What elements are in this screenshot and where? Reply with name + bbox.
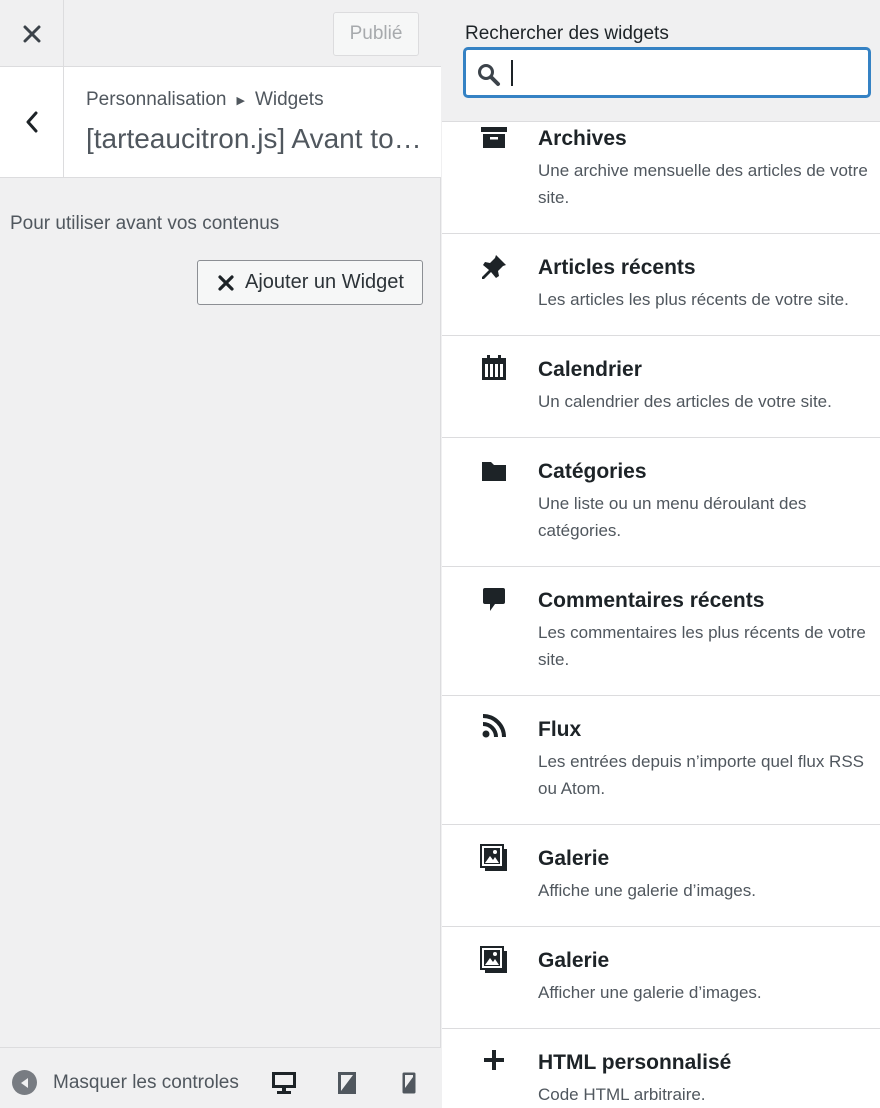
section-title: [tarteaucitron.js] Avant to…: [86, 123, 422, 154]
preview-desktop-button[interactable]: [269, 1069, 299, 1097]
breadcrumb: Personnalisation ▶ Widgets: [86, 89, 324, 111]
customizer-footer: Masquer les controles: [0, 1047, 441, 1108]
widget-item-html-personnalise[interactable]: HTML personnalisé Code HTML arbitraire.: [442, 1029, 880, 1108]
calendar-icon: [480, 354, 508, 382]
widget-name: Articles récents: [538, 256, 696, 279]
breadcrumb-current: Widgets: [254, 89, 324, 110]
rss-icon: [480, 712, 508, 740]
gallery-icon: [480, 946, 508, 974]
breadcrumb-separator-icon: ▶: [236, 94, 245, 107]
collapse-label: Masquer les controles: [53, 1071, 239, 1093]
widget-item-categories[interactable]: Catégories Une liste ou un menu déroulan…: [442, 438, 880, 567]
gallery-icon: [480, 844, 508, 872]
tablet-icon: [338, 1072, 356, 1094]
search-icon: [477, 63, 501, 92]
plus-icon: [480, 1046, 508, 1074]
back-button[interactable]: [0, 67, 64, 177]
widget-item-archives[interactable]: Archives Une archive mensuelle des artic…: [442, 122, 880, 234]
customizer-header: Publié: [0, 0, 441, 67]
preview-tablet-button[interactable]: [332, 1069, 362, 1097]
desktop-icon: [272, 1072, 296, 1094]
widget-item-articles-recents[interactable]: Articles récents Les articles les plus r…: [442, 234, 880, 336]
widget-name: Galerie: [538, 847, 610, 870]
close-icon: [23, 25, 40, 42]
widget-name: Galerie: [538, 949, 610, 972]
widget-description: Les commentaires les plus récents de vot…: [538, 623, 866, 669]
section-description: Pour utiliser avant vos contenus: [10, 213, 280, 234]
widget-name: Catégories: [538, 460, 647, 483]
widget-description: Une archive mensuelle des articles de vo…: [538, 161, 868, 207]
widget-name: Flux: [538, 718, 582, 741]
text-cursor: [511, 60, 513, 86]
pin-icon: [480, 253, 508, 281]
comment-icon: [480, 586, 508, 614]
arrow-left-circle-icon: [12, 1070, 37, 1095]
widget-item-galerie[interactable]: Galerie Afficher une galerie d’images.: [442, 927, 880, 1029]
widget-item-calendrier[interactable]: Calendrier Un calendrier des articles de…: [442, 336, 880, 438]
chevron-left-icon: [26, 111, 37, 133]
widget-name: Archives: [538, 127, 627, 150]
search-label: Rechercher des widgets: [465, 23, 669, 44]
folder-icon: [480, 457, 508, 485]
widget-description: Afficher une galerie d’images.: [538, 983, 762, 1002]
widget-name: Calendrier: [538, 358, 642, 381]
preview-mobile-button[interactable]: [394, 1069, 424, 1097]
close-icon: [218, 274, 234, 291]
customizer-panel: Publié Personnalisation ▶ Widgets [tarte…: [0, 0, 441, 1108]
widget-name: HTML personnalisé: [538, 1051, 732, 1074]
widget-description: Une liste ou un menu déroulant des catég…: [538, 494, 807, 540]
widget-item-commentaires-recents[interactable]: Commentaires récents Les commentaires le…: [442, 567, 880, 696]
widget-name: Commentaires récents: [538, 589, 765, 612]
close-button[interactable]: [0, 0, 64, 67]
widget-description: Un calendrier des articles de votre site…: [538, 392, 832, 411]
mobile-icon: [402, 1072, 416, 1094]
widget-item-flux[interactable]: Flux Les entrées depuis n’importe quel f…: [442, 696, 880, 825]
add-widget-label: Ajouter un Widget: [245, 271, 404, 293]
section-header: Personnalisation ▶ Widgets [tarteaucitro…: [0, 67, 441, 178]
archive-icon: [480, 124, 508, 152]
widget-description: Affiche une galerie d’images.: [538, 881, 756, 900]
widget-description: Code HTML arbitraire.: [538, 1085, 706, 1104]
add-widget-button[interactable]: Ajouter un Widget: [197, 260, 423, 305]
collapse-sidebar-button[interactable]: Masquer les controles: [12, 1070, 239, 1095]
widget-description: Les entrées depuis n’importe quel flux R…: [538, 752, 865, 798]
available-widgets-panel: Archives Une archive mensuelle des artic…: [442, 0, 880, 1108]
search-input[interactable]: [510, 56, 860, 89]
widget-item-galerie[interactable]: Galerie Affiche une galerie d’images.: [442, 825, 880, 927]
search-box[interactable]: [464, 48, 870, 97]
widget-search-area: Rechercher des widgets: [442, 0, 880, 122]
breadcrumb-root: Personnalisation: [86, 89, 227, 110]
publish-button[interactable]: Publié: [333, 12, 419, 56]
widget-description: Les articles les plus récents de votre s…: [538, 290, 849, 309]
